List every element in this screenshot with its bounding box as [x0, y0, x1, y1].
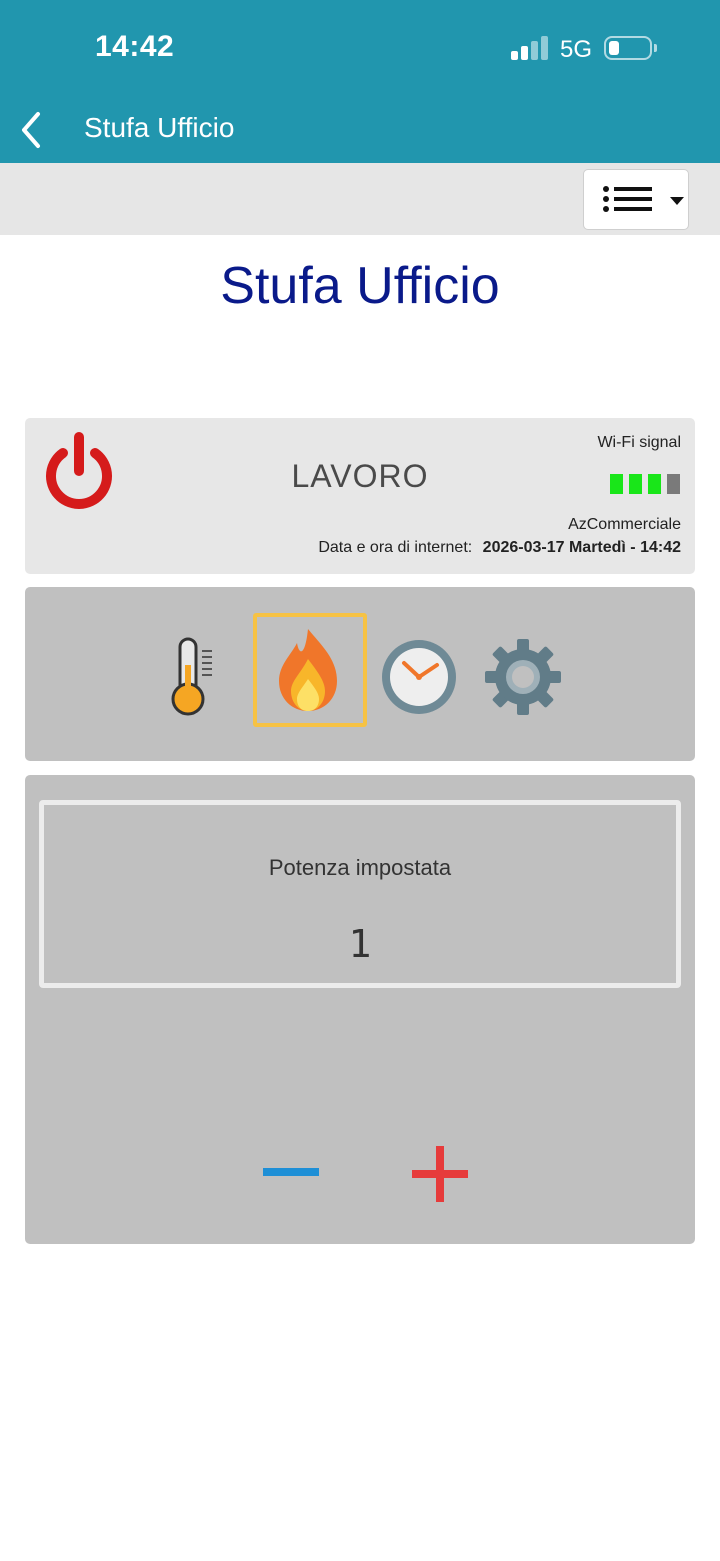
status-time: 14:42: [95, 30, 175, 63]
clock-icon: [382, 640, 456, 714]
operating-mode: LAVORO: [291, 458, 429, 494]
power-setting-value: 1: [348, 922, 372, 966]
nav-title: Stufa Ufficio: [84, 112, 235, 143]
wifi-signal-indicator: [610, 474, 682, 494]
power-card: Potenza impostata 1: [25, 775, 695, 1244]
flame-icon: [279, 629, 337, 711]
caret-down-icon: [670, 197, 684, 205]
nav-bar: Stufa Ufficio: [0, 100, 720, 163]
tab-temperature[interactable]: [168, 635, 224, 719]
battery-icon: [604, 36, 652, 60]
tab-power[interactable]: [273, 627, 343, 713]
datetime-value: 2026-03-17 Martedì - 14:42: [482, 539, 681, 556]
thermometer-icon: [171, 637, 212, 716]
plus-icon: [412, 1146, 468, 1202]
network-type: 5G: [560, 36, 593, 63]
status-bar: 14:42 5G: [0, 0, 720, 100]
gear-icon: [485, 639, 561, 715]
cellular-signal-icon: [511, 36, 549, 60]
page-title: Stufa Ufficio: [220, 257, 500, 315]
chevron-left-icon: [22, 112, 40, 148]
decrease-button[interactable]: [257, 1149, 325, 1195]
power-setting-label: Potenza impostata: [268, 855, 452, 880]
menu-dropdown-button[interactable]: [583, 169, 689, 230]
tab-settings[interactable]: [483, 637, 563, 717]
tab-timer[interactable]: [379, 637, 459, 717]
power-setting-box: Potenza impostata 1: [39, 800, 681, 988]
back-button[interactable]: [18, 110, 48, 150]
increase-button[interactable]: [405, 1139, 475, 1209]
tabs-card: [25, 587, 695, 761]
battery-tip: [654, 44, 657, 52]
internet-datetime: Data e ora di internet: 2026-03-17 Marte…: [318, 539, 681, 557]
status-card: LAVORO Wi-Fi signal AzCommerciale Data e…: [25, 418, 695, 574]
datetime-label: Data e ora di internet:: [318, 539, 473, 556]
wifi-signal-label: Wi-Fi signal: [597, 434, 681, 451]
toolbar: [0, 163, 720, 235]
minus-icon: [263, 1168, 319, 1176]
company-name: AzCommerciale: [568, 516, 681, 533]
